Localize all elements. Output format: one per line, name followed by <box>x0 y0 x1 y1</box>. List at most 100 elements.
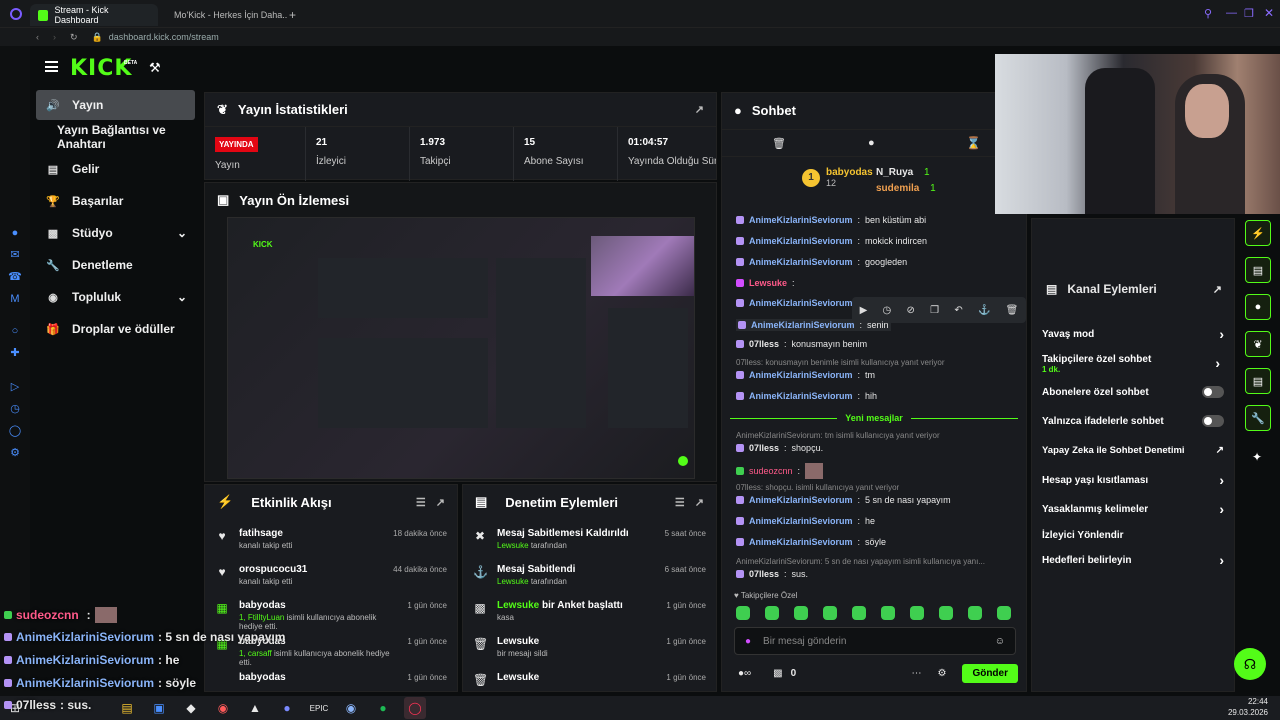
minimize-icon[interactable]: — <box>1226 7 1237 19</box>
chat-username[interactable]: AnimeKizlariniSeviorum <box>749 257 853 267</box>
epic-games-icon[interactable]: EPIC <box>308 697 330 719</box>
new-tab-icon[interactable]: + <box>289 8 296 22</box>
chat-username[interactable]: 07lless <box>749 339 779 349</box>
chat-username[interactable]: AnimeKizlariniSeviorum <box>749 516 853 526</box>
chat-username[interactable]: 07lless <box>749 569 779 579</box>
channel-action-slow-mode[interactable]: Yavaş mod › <box>1042 321 1224 347</box>
chat-username[interactable]: sudeozcnn <box>749 466 793 476</box>
system-clock[interactable]: 22:44 29.03.2026 <box>1228 696 1268 718</box>
chat-message[interactable]: 07lless: konusmayın benim <box>736 339 867 349</box>
chat-message[interactable]: AnimeKizlariniSeviorum: tm <box>736 370 875 380</box>
top-gifter-name[interactable]: sudemila <box>876 183 919 194</box>
chat-menu-icon[interactable]: ⋯ <box>911 668 921 679</box>
timeout-icon[interactable]: ◷ <box>883 305 892 316</box>
channel-points-icon[interactable]: ●∞ <box>738 668 751 679</box>
chat-username[interactable]: AnimeKizlariniSeviorum <box>749 495 853 505</box>
tab-kick-dashboard[interactable]: Stream - Kick Dashboard <box>30 4 158 26</box>
subscribers-only-toggle[interactable] <box>1202 386 1224 398</box>
moderation-action[interactable]: Lewsuke <box>497 636 656 647</box>
moderation-user[interactable]: Lewsuke <box>497 600 539 611</box>
support-button[interactable]: ☊ <box>1234 648 1266 680</box>
chat-username[interactable]: AnimeKizlariniSeviorum <box>749 215 853 225</box>
activity-user[interactable]: fatihsage <box>239 528 383 539</box>
sidebar-item-topluluk[interactable]: ◉ Topluluk ⌄ <box>36 282 195 312</box>
search-icon[interactable]: ⚲ <box>1204 7 1212 20</box>
moderation-action[interactable]: Lewsuke <box>497 672 656 683</box>
popout-icon[interactable]: ↗ <box>695 103 704 116</box>
chat-message[interactable]: AnimeKizlariniSeviorum: hih <box>736 391 877 401</box>
new-messages-divider[interactable]: Yeni mesajlar <box>730 411 1019 425</box>
filter-icon[interactable]: ☰ <box>416 496 426 509</box>
hourglass-icon[interactable]: ⌛ <box>966 136 981 150</box>
activity-user[interactable]: orospucocu31 <box>239 564 383 575</box>
app-icon[interactable]: ◆ <box>180 697 202 719</box>
pin-icon[interactable]: ⚒ <box>149 60 161 76</box>
quick-action-wrench-icon[interactable]: 🔧 <box>1245 405 1271 431</box>
sidebar-shortcut-icon[interactable]: ● <box>8 226 22 240</box>
stream-preview-video[interactable]: KICK <box>227 217 695 479</box>
sidebar-shortcut-icon[interactable]: ✚ <box>8 346 22 360</box>
opera-gx-icon[interactable]: ◯ <box>404 697 426 719</box>
chat-message[interactable]: AnimeKizlariniSeviorum: googleden <box>736 257 907 267</box>
popout-icon[interactable]: ↗ <box>695 496 704 509</box>
quick-action-broadcast-icon[interactable]: ❦ <box>1245 331 1271 357</box>
emote-icon[interactable] <box>910 606 924 620</box>
channel-action-account-age[interactable]: Hesap yaşı kısıtlaması › <box>1042 467 1224 493</box>
channel-action-followers-only[interactable]: Takipçilere özel sohbet 1 dk. › <box>1042 349 1224 379</box>
sidebar-item-denetleme[interactable]: 🔧 Denetleme <box>36 250 195 280</box>
chat-username[interactable]: AnimeKizlariniSeviorum <box>749 370 853 380</box>
emote-icon[interactable] <box>939 606 953 620</box>
channel-action-subscribers-only[interactable]: Abonelere özel sohbet <box>1042 379 1224 405</box>
sidebar-shortcut-icon[interactable]: ▷ <box>8 380 22 394</box>
moderation-user[interactable]: Lewsuke <box>497 577 529 586</box>
chat-message[interactable]: AnimeKizlariniSeviorum: mokick indircen <box>736 236 927 246</box>
reply-icon[interactable]: ↶ <box>954 305 962 316</box>
restore-icon[interactable]: ❐ <box>1244 7 1254 20</box>
send-button[interactable]: Gönder <box>962 663 1018 683</box>
emote-icon[interactable] <box>997 606 1011 620</box>
chat-message[interactable]: AnimeKizlariniSeviorum: he <box>736 516 875 526</box>
chat-message[interactable]: AnimeKizlariniSeviorum: ben küstüm abi <box>736 215 926 225</box>
tab-mokick[interactable]: Mo'Kick - Herkes İçin Daha... <box>160 4 288 26</box>
mic-icon[interactable]: ● <box>745 636 751 647</box>
activity-user[interactable]: babyodas <box>239 672 397 683</box>
sidebar-shortcut-icon[interactable]: ⚙ <box>8 446 22 460</box>
popout-icon[interactable]: ↗ <box>1213 283 1222 296</box>
chat-username[interactable]: Lewsuke <box>749 278 787 288</box>
emote-only-toggle[interactable] <box>1202 415 1224 427</box>
chat-bubble-icon[interactable]: ● <box>868 137 875 149</box>
top-gifter-name[interactable]: N_Ruya <box>876 167 913 178</box>
quick-action-document-icon[interactable]: ▤ <box>1245 257 1271 283</box>
pin-icon[interactable]: ⚓ <box>978 305 990 316</box>
channel-action-banned-words[interactable]: Yasaklanmış kelimeler › <box>1042 496 1224 522</box>
discord-icon[interactable]: ● <box>276 697 298 719</box>
chat-username[interactable]: 07lless <box>749 443 779 453</box>
hamburger-menu-icon[interactable] <box>45 61 58 72</box>
sidebar-shortcut-icon[interactable]: ☎ <box>8 270 22 284</box>
moderation-user[interactable]: Lewsuke <box>497 541 529 550</box>
quick-action-lightning-icon[interactable]: ⚡ <box>1245 220 1271 246</box>
chat-message[interactable]: Lewsuke: <box>736 278 795 288</box>
chat-username[interactable]: AnimeKizlariniSeviorum <box>751 320 855 330</box>
play-icon[interactable]: ▶ <box>860 305 868 316</box>
sidebar-item-droplar[interactable]: 🎁 Droplar ve ödüller <box>36 314 195 344</box>
forward-icon[interactable]: › <box>53 32 56 42</box>
sidebar-shortcut-icon[interactable]: ◯ <box>8 424 22 438</box>
steam-icon[interactable]: ◉ <box>340 697 362 719</box>
close-icon[interactable]: ✕ <box>1264 6 1274 20</box>
sidebar-shortcut-icon[interactable]: ◷ <box>8 402 22 416</box>
app-icon[interactable]: ◉ <box>212 697 234 719</box>
top-gifter-name[interactable]: babyodas <box>826 167 873 178</box>
channel-action-emote-only[interactable]: Yalnızca ifadelerle sohbet <box>1042 408 1224 434</box>
chat-message[interactable]: AnimeKizlariniSeviorum: senin <box>736 319 891 331</box>
sidebar-shortcut-icon[interactable]: ○ <box>8 324 22 338</box>
emote-icon[interactable] <box>881 606 895 620</box>
filter-icon[interactable]: ☰ <box>675 496 685 509</box>
emote-icon[interactable] <box>823 606 837 620</box>
sidebar-shortcut-icon[interactable]: ✉ <box>8 248 22 262</box>
app-icon[interactable]: ▲ <box>244 697 266 719</box>
reload-icon[interactable]: ↻ <box>70 32 78 43</box>
activity-user[interactable]: babyodas <box>239 600 397 611</box>
chat-input[interactable]: ● Bir mesaj gönderin ☺ <box>734 627 1016 655</box>
copy-icon[interactable]: ❐ <box>930 305 939 316</box>
